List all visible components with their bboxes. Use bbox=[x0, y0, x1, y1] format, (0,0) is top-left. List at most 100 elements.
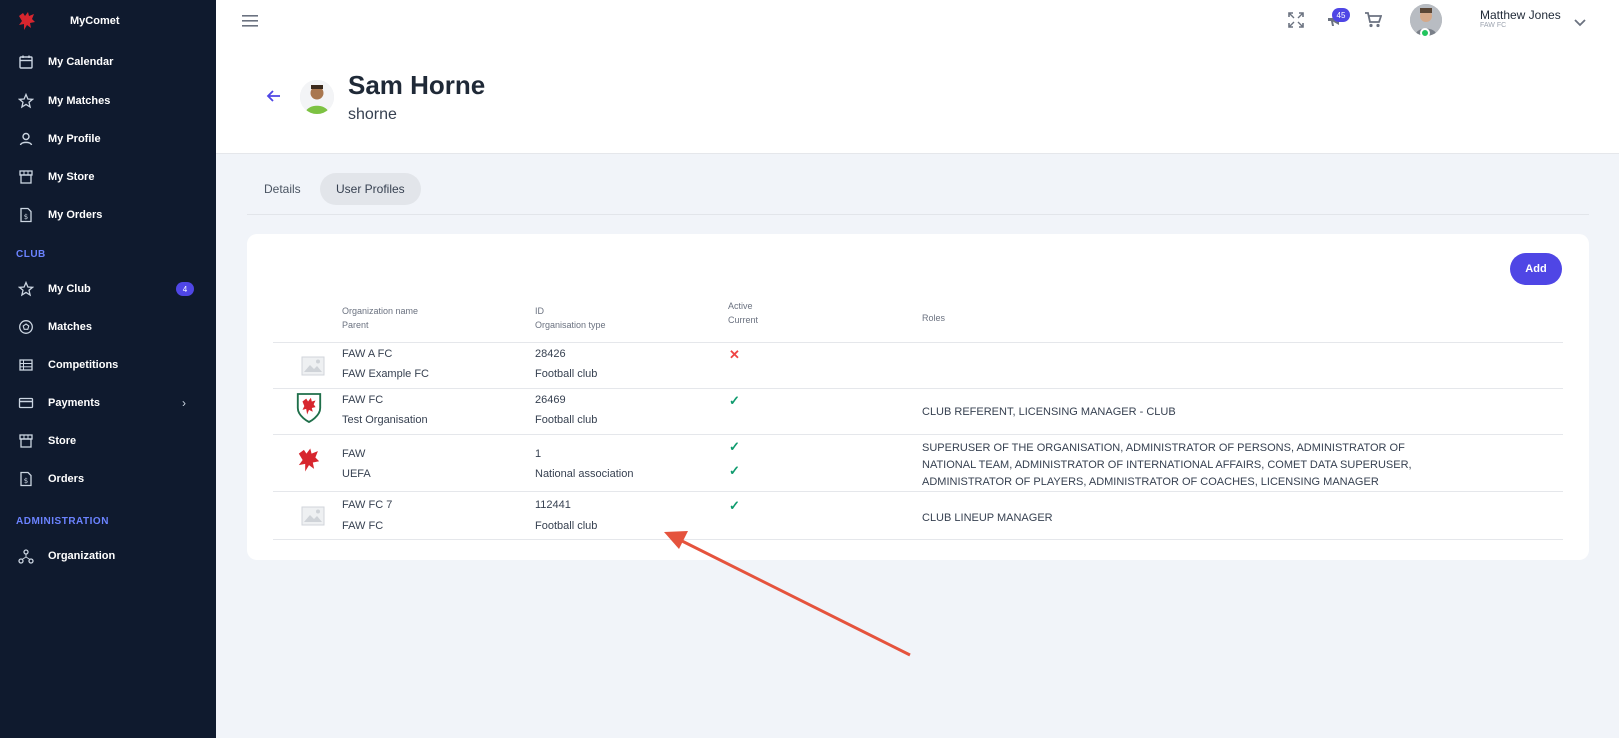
user-club: FAW FC bbox=[1480, 22, 1507, 29]
sidebar-item-orders[interactable]: $ Orders bbox=[0, 464, 216, 494]
cell-org-type: Football club bbox=[535, 520, 598, 532]
cell-id: 112441 bbox=[535, 499, 571, 511]
add-button[interactable]: Add bbox=[1510, 253, 1562, 285]
card-icon bbox=[18, 395, 34, 411]
brand[interactable]: MyComet bbox=[0, 0, 216, 42]
check-icon: ✓ bbox=[729, 463, 740, 478]
cell-org-type: Football club bbox=[535, 414, 598, 426]
header-roles: Roles bbox=[922, 313, 946, 323]
online-status-dot bbox=[1420, 28, 1430, 38]
tab-user-profiles[interactable]: User Profiles bbox=[320, 173, 421, 205]
sidebar-item-my-store[interactable]: My Store bbox=[0, 162, 216, 192]
header-current-label: Current bbox=[728, 315, 759, 325]
menu-icon[interactable] bbox=[242, 14, 258, 33]
cell-parent: FAW Example FC bbox=[342, 368, 429, 380]
sidebar-item-competitions[interactable]: Competitions bbox=[0, 350, 216, 380]
cell-org-name: FAW FC bbox=[342, 394, 384, 406]
sidebar-item-label: My Store bbox=[48, 171, 95, 183]
sidebar-item-label: My Orders bbox=[48, 209, 103, 221]
sidebar-item-label: My Club bbox=[48, 283, 91, 295]
row-divider bbox=[273, 539, 1563, 540]
sidebar-item-label: Store bbox=[48, 435, 77, 447]
header-org-name-label: Organization name bbox=[342, 306, 419, 316]
cell-org-name: FAW FC 7 bbox=[342, 499, 393, 511]
faw-dragon-icon bbox=[295, 446, 323, 474]
sidebar-item-label: Orders bbox=[48, 473, 85, 485]
header-active: Active Current bbox=[728, 299, 758, 327]
cell-org-name: FAW bbox=[342, 448, 366, 460]
svg-text:$: $ bbox=[24, 477, 28, 485]
header-parent-label: Parent bbox=[342, 320, 369, 330]
cell-parent: UEFA bbox=[342, 468, 371, 480]
header-active-label: Active bbox=[728, 301, 753, 311]
section-title-club: CLUB bbox=[16, 249, 46, 260]
top-bar: 45 Matthew Jones FAW FC bbox=[216, 0, 1619, 42]
header-org-type-label: Organisation type bbox=[535, 320, 606, 330]
check-icon: ✓ bbox=[729, 439, 740, 454]
store-icon bbox=[18, 433, 34, 449]
sidebar-item-matches[interactable]: Matches bbox=[0, 312, 216, 342]
sidebar-item-label: Competitions bbox=[48, 359, 119, 371]
tabs-divider bbox=[247, 214, 1589, 215]
cell-roles: CLUB LINEUP MANAGER bbox=[922, 512, 1053, 524]
svg-text:$: $ bbox=[24, 213, 28, 221]
cell-roles: CLUB REFERENT, LICENSING MANAGER - CLUB bbox=[922, 406, 1176, 418]
row-divider bbox=[273, 434, 1563, 435]
user-name[interactable]: Matthew Jones bbox=[1480, 8, 1561, 22]
placeholder-image-icon bbox=[299, 502, 327, 530]
sidebar-item-label: My Matches bbox=[48, 95, 111, 107]
sidebar-item-my-calendar[interactable]: My Calendar bbox=[0, 47, 216, 77]
cell-org-name: FAW A FC bbox=[342, 348, 393, 360]
notification-badge: 45 bbox=[1332, 8, 1350, 22]
sidebar-item-label: Organization bbox=[48, 550, 116, 562]
sidebar-item-my-matches[interactable]: My Matches bbox=[0, 86, 216, 116]
header-id-label: ID bbox=[535, 306, 544, 316]
store-icon bbox=[18, 169, 34, 185]
section-title-administration: ADMINISTRATION bbox=[16, 516, 109, 527]
page-header: Sam Horne shorne bbox=[216, 42, 1619, 154]
orders-icon: $ bbox=[18, 471, 34, 487]
placeholder-image-icon bbox=[299, 352, 327, 380]
sidebar-item-store[interactable]: Store bbox=[0, 426, 216, 456]
sidebar-item-label: My Calendar bbox=[48, 56, 114, 68]
user-profiles-card: Add Organization name Parent ID Organisa… bbox=[247, 234, 1589, 560]
sidebar-item-my-profile[interactable]: My Profile bbox=[0, 124, 216, 154]
sidebar-item-my-club[interactable]: My Club 4 bbox=[0, 274, 216, 304]
person-avatar bbox=[300, 80, 334, 114]
cell-id: 26469 bbox=[535, 394, 566, 406]
chevron-down-icon[interactable] bbox=[1574, 14, 1586, 32]
cell-parent: Test Organisation bbox=[342, 414, 428, 426]
sidebar-item-label: My Profile bbox=[48, 133, 101, 145]
header-id: ID Organisation type bbox=[535, 304, 606, 332]
cell-parent: FAW FC bbox=[342, 520, 384, 532]
check-icon: ✓ bbox=[729, 393, 740, 408]
check-icon: ✓ bbox=[729, 498, 740, 513]
page-title: Sam Horne bbox=[348, 70, 486, 100]
person-username: shorne bbox=[348, 106, 397, 123]
back-arrow-icon[interactable] bbox=[266, 88, 282, 109]
chevron-right-icon: › bbox=[182, 396, 186, 410]
club-count-badge: 4 bbox=[176, 282, 194, 296]
faw-fc-crest-icon bbox=[295, 393, 323, 424]
sidebar: MyComet My Calendar My Matches My Profil… bbox=[0, 0, 216, 738]
sidebar-item-organization[interactable]: Organization bbox=[0, 541, 216, 571]
cross-icon: ✕ bbox=[729, 347, 740, 362]
cart-icon[interactable] bbox=[1364, 12, 1383, 33]
star-icon bbox=[18, 93, 34, 109]
sidebar-item-label: Matches bbox=[48, 321, 93, 333]
cell-id: 28426 bbox=[535, 348, 566, 360]
header-org-name: Organization name Parent bbox=[342, 304, 418, 332]
dragon-logo-icon bbox=[16, 10, 38, 32]
cell-org-type: National association bbox=[535, 468, 634, 480]
person-icon bbox=[18, 131, 34, 147]
app-name: MyComet bbox=[70, 15, 120, 27]
orders-icon: $ bbox=[18, 207, 34, 223]
row-divider bbox=[273, 491, 1563, 492]
list-icon bbox=[18, 357, 34, 373]
fullscreen-icon[interactable] bbox=[1288, 12, 1304, 33]
sidebar-item-my-orders[interactable]: $ My Orders bbox=[0, 200, 216, 230]
row-divider bbox=[273, 342, 1563, 343]
tab-details[interactable]: Details bbox=[248, 173, 317, 205]
sidebar-item-label: Payments bbox=[48, 397, 100, 409]
sidebar-item-payments[interactable]: Payments › bbox=[0, 388, 216, 418]
